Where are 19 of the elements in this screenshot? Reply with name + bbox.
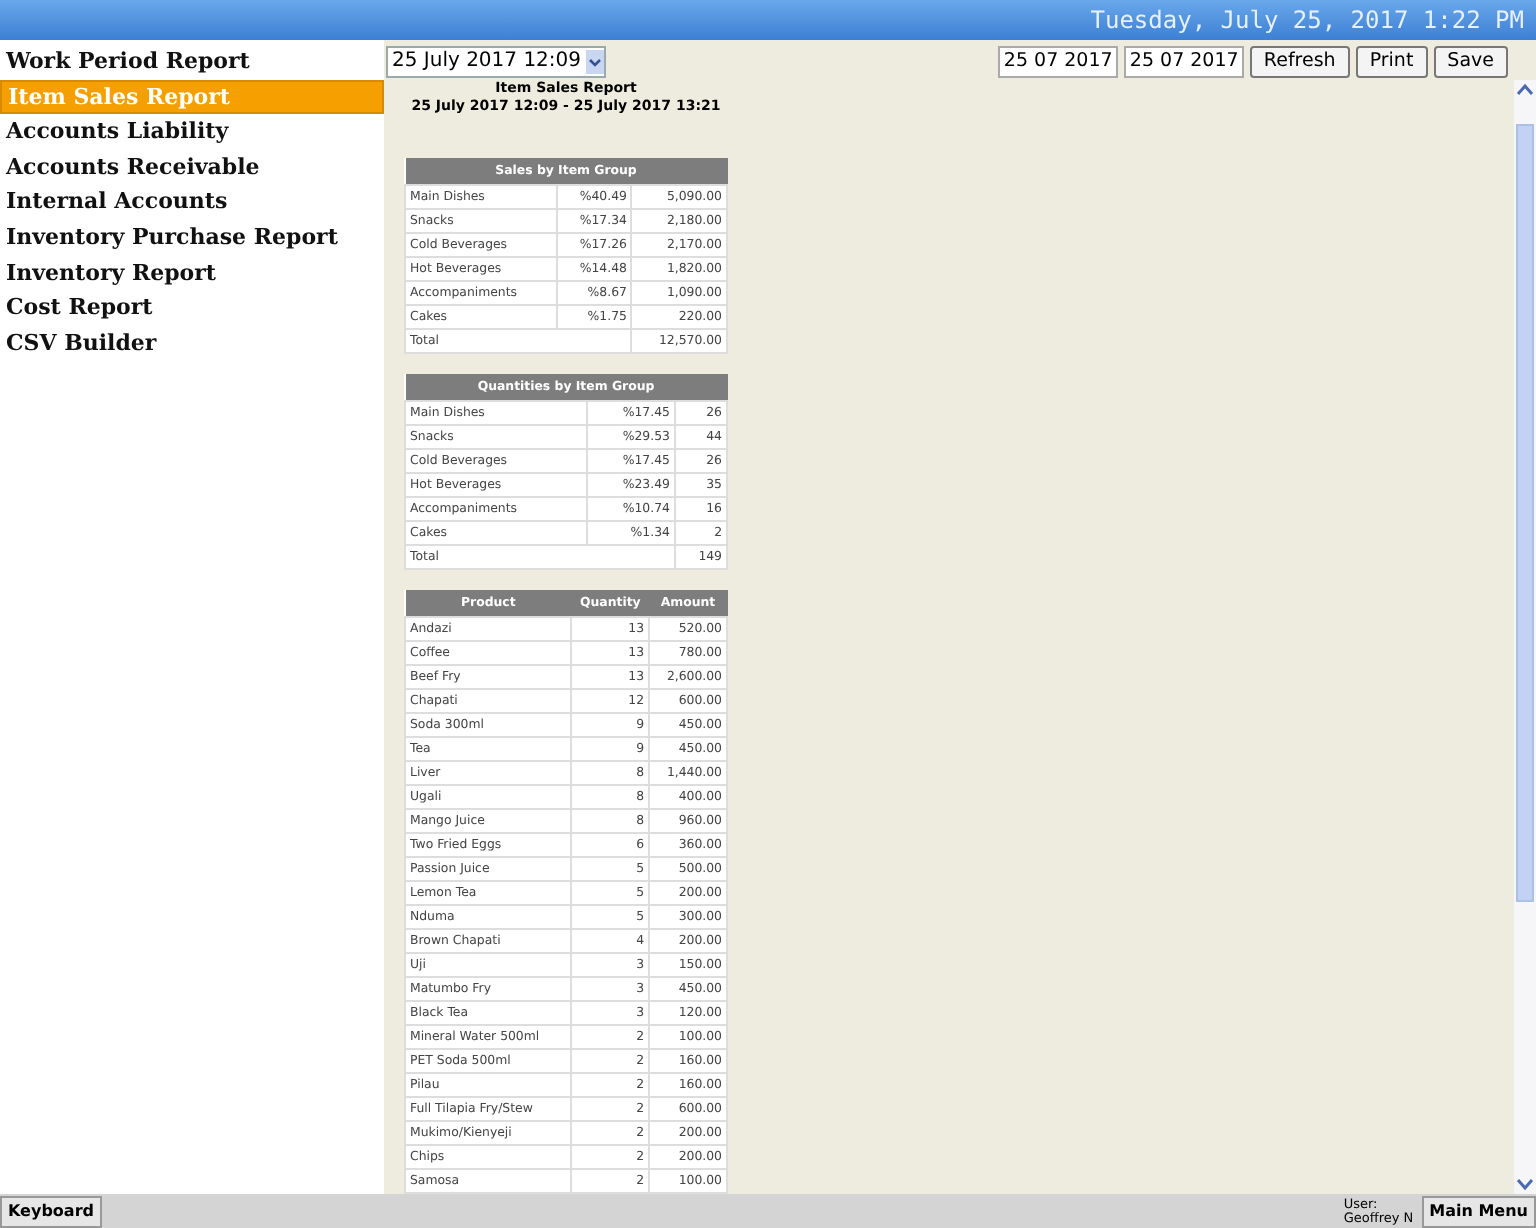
report-menu-item[interactable]: Cost Report xyxy=(0,290,384,326)
start-date-field[interactable]: 25 07 2017 xyxy=(997,45,1118,77)
end-date-field[interactable]: 25 07 2017 xyxy=(1123,45,1244,77)
report-menu-item[interactable]: Inventory Purchase Report xyxy=(0,219,384,256)
scrollbar-thumb[interactable] xyxy=(1516,124,1534,902)
report-menu-item[interactable]: Internal Accounts xyxy=(0,184,384,220)
clock-text: Tuesday, July 25, 2017 1:22 PM xyxy=(1090,6,1524,34)
toolbar-button[interactable]: Print xyxy=(1355,45,1428,77)
period-dropdown[interactable]: 25 July 2017 12:09 xyxy=(386,45,606,77)
toolbar-button[interactable]: Save xyxy=(1433,45,1508,77)
report-menu-item[interactable]: Accounts Liability xyxy=(0,114,384,150)
report-menu-item[interactable]: Inventory Report xyxy=(0,255,384,291)
report-menu-item[interactable]: Work Period Report xyxy=(0,44,384,80)
report-menu-item[interactable]: CSV Builder xyxy=(0,325,384,361)
main-menu-button[interactable]: Main Menu xyxy=(1421,1195,1536,1227)
scrollbar[interactable] xyxy=(1514,80,1536,1194)
keyboard-button[interactable]: Keyboard xyxy=(0,1195,102,1227)
report-menu-item[interactable]: Accounts Receivable xyxy=(0,149,384,185)
toolbar-button[interactable]: Refresh xyxy=(1249,45,1350,77)
